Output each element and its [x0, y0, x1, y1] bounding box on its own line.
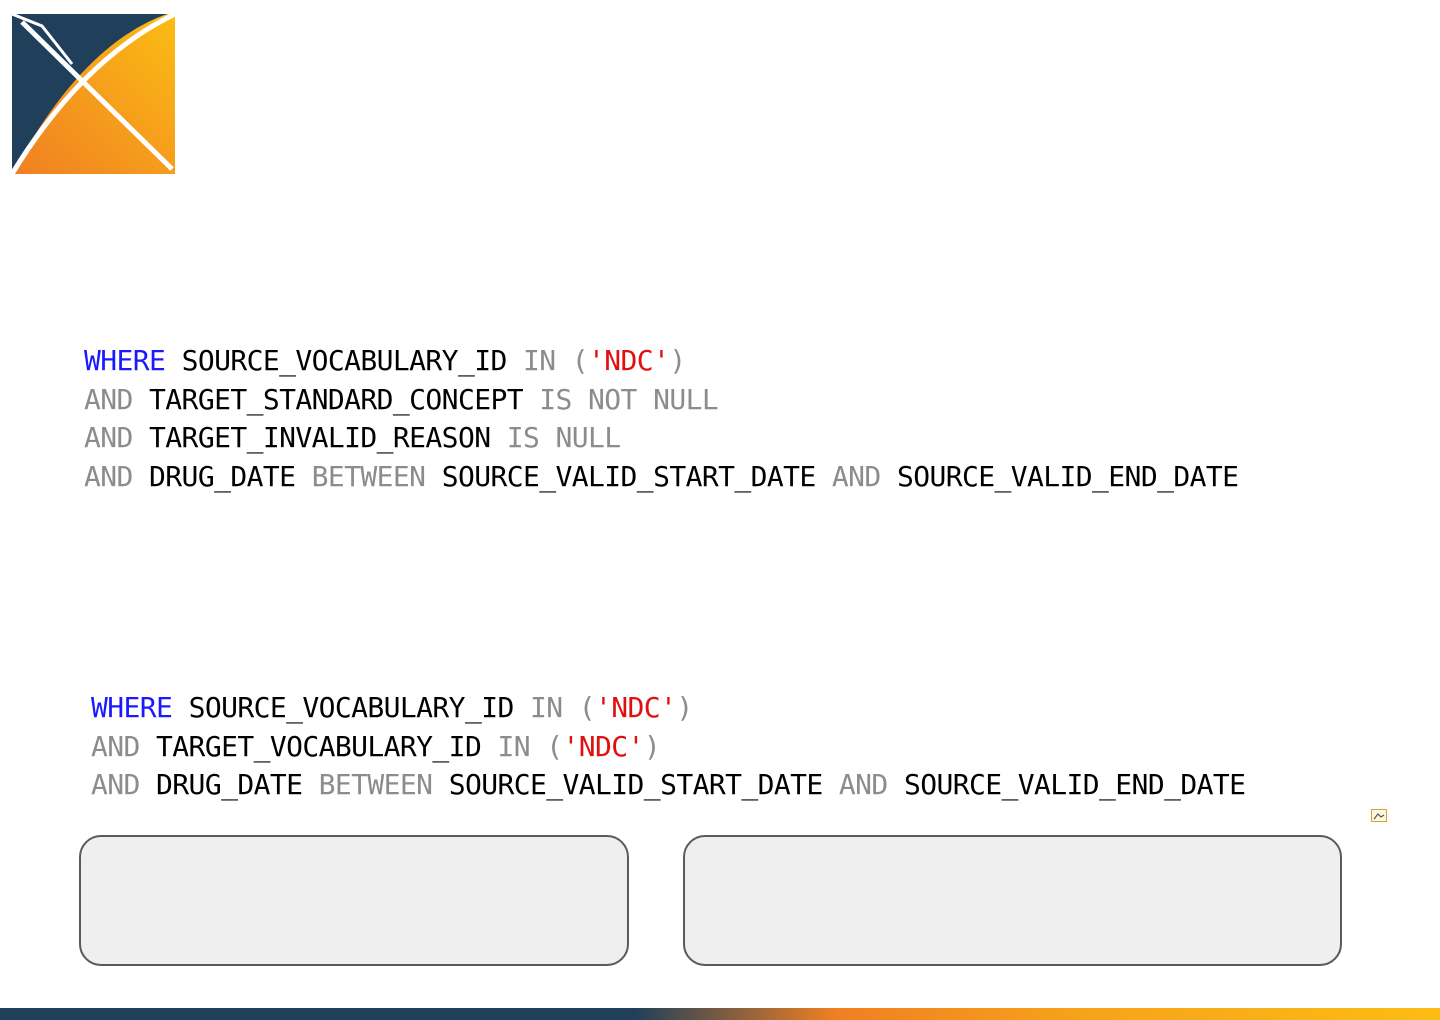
- code-line: AND TARGET_STANDARD_CONCEPT IS NOT NULL: [84, 381, 1238, 420]
- code-line: AND TARGET_VOCABULARY_ID IN ('NDC'): [91, 728, 1245, 767]
- code-token: IS: [506, 421, 540, 454]
- code-token: NOT: [588, 382, 637, 416]
- code-token: TARGET_VOCABULARY_ID: [156, 729, 482, 763]
- code-token: TARGET_STANDARD_CONCEPT: [149, 382, 524, 416]
- code-token: (: [546, 729, 563, 763]
- code-token: (: [578, 691, 596, 724]
- code-token: ): [676, 691, 693, 724]
- code-token: SOURCE_VALID_START_DATE: [441, 459, 817, 493]
- code-token: NULL: [653, 382, 719, 416]
- code-token: BETWEEN: [318, 768, 433, 801]
- code-token: AND: [91, 729, 140, 763]
- code-line: WHERE SOURCE_VOCABULARY_ID IN ('NDC'): [84, 342, 1238, 381]
- code-token: (: [571, 344, 589, 377]
- code-line: AND TARGET_INVALID_REASON IS NULL: [84, 419, 1238, 458]
- code-token: AND: [838, 768, 888, 801]
- code-token: WHERE: [91, 691, 173, 724]
- code-token: IN: [529, 691, 563, 724]
- code-token: SOURCE_VOCABULARY_ID: [181, 344, 508, 377]
- code-token: SOURCE_VALID_END_DATE: [896, 459, 1239, 493]
- code-token: NULL: [555, 421, 622, 454]
- code-token: ): [669, 344, 686, 377]
- code-token: AND: [84, 459, 133, 493]
- code-token: WHERE: [84, 344, 166, 377]
- sql-snippet-2: WHERE SOURCE_VOCABULARY_ID IN ('NDC') AND…: [91, 689, 1246, 805]
- code-token: TARGET_INVALID_REASON: [149, 421, 491, 454]
- code-line: AND DRUG_DATE BETWEEN SOURCE_VALID_START…: [91, 766, 1246, 805]
- code-token: AND: [91, 768, 140, 801]
- code-token: AND: [84, 382, 133, 416]
- code-token: SOURCE_VALID_END_DATE: [903, 768, 1246, 801]
- code-token: IN: [522, 344, 556, 377]
- footer-gradient-bar: [0, 1008, 1440, 1020]
- code-token: BETWEEN: [311, 459, 426, 493]
- answer-box-right: [683, 835, 1342, 966]
- code-token: AND: [84, 421, 133, 454]
- code-line: AND DRUG_DATE BETWEEN SOURCE_VALID_START…: [84, 458, 1239, 497]
- code-token: IN: [497, 729, 530, 763]
- code-token: DRUG_DATE: [149, 459, 296, 493]
- code-line: WHERE SOURCE_VOCABULARY_ID IN ('NDC'): [91, 689, 1245, 728]
- code-token: IS: [539, 382, 572, 416]
- code-token: 'NDC': [588, 344, 670, 377]
- ohdsi-x-logo-icon: [12, 14, 175, 174]
- code-token: SOURCE_VALID_START_DATE: [448, 768, 824, 801]
- code-token: SOURCE_VOCABULARY_ID: [188, 691, 515, 724]
- code-token: 'NDC': [562, 729, 645, 763]
- answer-box-left: [79, 835, 629, 966]
- image-placeholder-icon: [1371, 809, 1387, 822]
- sql-snippet-1: WHERE SOURCE_VOCABULARY_ID IN ('NDC') AND…: [84, 342, 1239, 497]
- code-token: AND: [831, 459, 881, 493]
- code-token: 'NDC': [595, 691, 677, 724]
- code-token: ): [643, 729, 661, 763]
- code-token: DRUG_DATE: [156, 768, 303, 801]
